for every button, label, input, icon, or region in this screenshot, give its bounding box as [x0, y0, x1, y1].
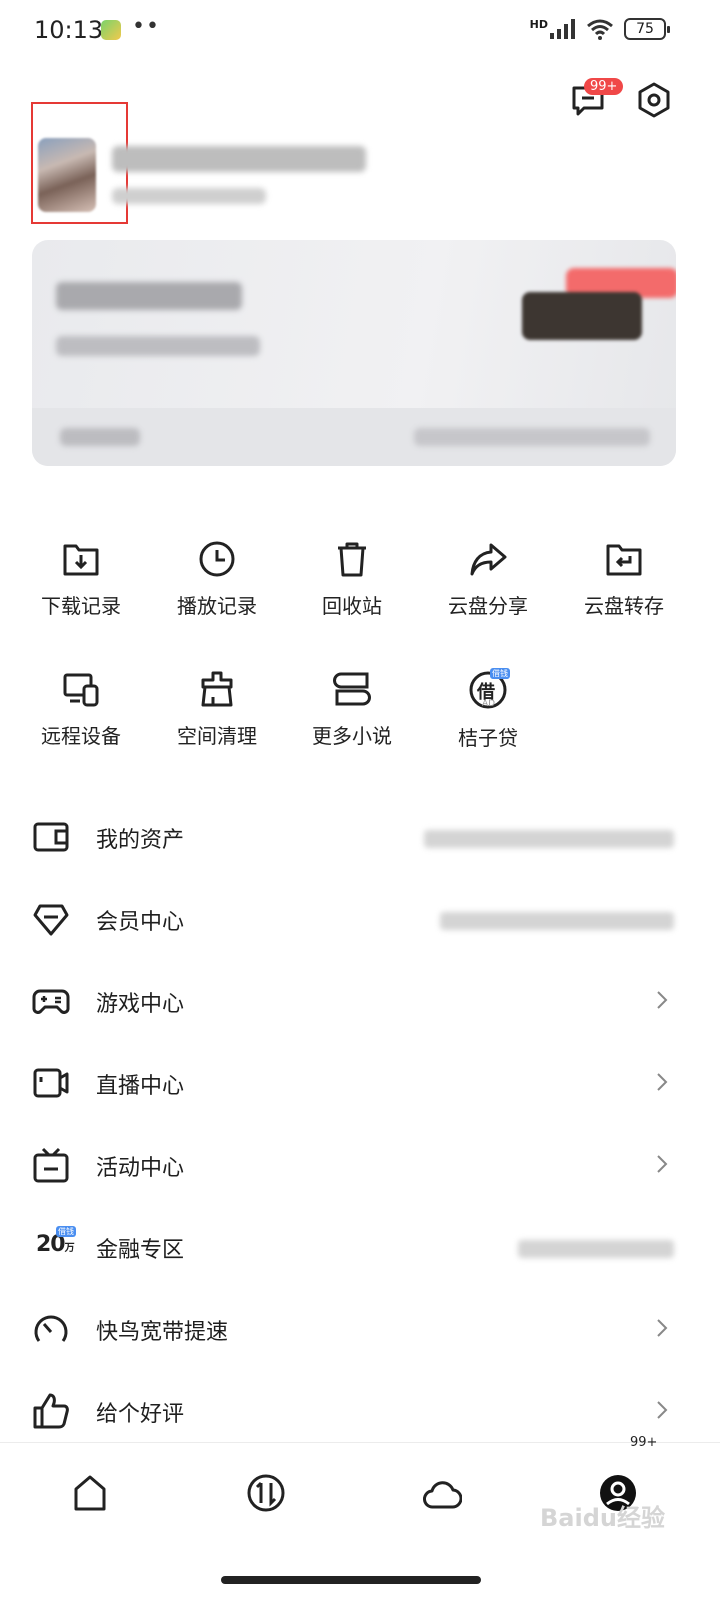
- list-label: 快鸟宽带提速: [96, 1320, 229, 1345]
- folder-return-icon: [606, 544, 642, 576]
- wifi-icon: [587, 19, 613, 40]
- list-label: 会员中心: [96, 910, 185, 935]
- video-camera-icon: [33, 1068, 69, 1098]
- chevron-right-icon: [657, 1073, 668, 1091]
- cloud-tab-icon[interactable]: [422, 1473, 462, 1513]
- download-folder-icon: [63, 544, 99, 576]
- username-blurred[interactable]: [112, 146, 366, 172]
- network-type: HD: [529, 17, 548, 31]
- vip-subtitle-blurred: [56, 336, 260, 356]
- loan-ad-label: AD: [482, 699, 496, 709]
- list-value-blurred: [440, 912, 674, 930]
- status-dots: ••: [132, 14, 160, 39]
- list-label: 直播中心: [96, 1074, 185, 1099]
- signal-icon: [550, 19, 575, 39]
- grid-item-more-novels[interactable]: 更多小说: [292, 670, 412, 749]
- list-item-broadband-speedup[interactable]: 快鸟宽带提速: [0, 1288, 720, 1370]
- grid-label: 桔子贷: [458, 726, 518, 750]
- clock-icon: [199, 541, 235, 577]
- chevron-right-icon: [657, 1155, 668, 1173]
- list-item-activity-center[interactable]: 活动中心: [0, 1124, 720, 1206]
- baidu-watermark: Baidu经验: [540, 1504, 665, 1532]
- vip-footer-right-blurred: [414, 428, 650, 446]
- status-time: 10:13: [34, 16, 104, 44]
- list-value-blurred: [518, 1240, 674, 1258]
- list-item-my-assets[interactable]: 我的资产: [0, 796, 720, 878]
- books-icon: [333, 672, 371, 706]
- speedometer-icon: [34, 1315, 68, 1342]
- grid-item-cloud-share[interactable]: 云盘分享: [428, 540, 548, 619]
- tv-icon: [33, 1147, 69, 1183]
- grid-item-play-history[interactable]: 播放记录: [157, 540, 277, 619]
- list-item-game-center[interactable]: 游戏中心: [0, 960, 720, 1042]
- notification-app-icon: [101, 20, 121, 40]
- chevron-right-icon: [657, 1319, 668, 1337]
- grid-label: 下载记录: [41, 594, 121, 618]
- grid-item-download-history[interactable]: 下载记录: [21, 540, 141, 619]
- list-label: 游戏中心: [96, 992, 185, 1017]
- wallet-icon: [33, 822, 69, 852]
- grid-label: 空间清理: [177, 724, 257, 748]
- transfer-tab-icon[interactable]: [246, 1473, 286, 1513]
- grid-item-recycle-bin[interactable]: 回收站: [292, 540, 412, 619]
- share-arrow-icon: [470, 543, 507, 576]
- status-bar: 10:13 •• HD 75: [0, 0, 720, 64]
- chevron-right-icon: [657, 1401, 668, 1419]
- list-label: 活动中心: [96, 1156, 185, 1181]
- grid-label: 回收站: [322, 594, 382, 618]
- diamond-icon: [33, 904, 69, 936]
- list-item-live-center[interactable]: 直播中心: [0, 1042, 720, 1124]
- devices-icon: [63, 673, 99, 707]
- vip-card-footer[interactable]: [32, 408, 676, 466]
- settings-icon[interactable]: [636, 82, 672, 118]
- finance-badge: 借钱: [56, 1226, 76, 1237]
- grid-label: 云盘转存: [584, 594, 664, 618]
- home-indicator[interactable]: [221, 1576, 481, 1584]
- bottom-tab-bar: 99+: [0, 1435, 720, 1552]
- chevron-right-icon: [657, 991, 668, 1009]
- user-subtitle-blurred: [112, 188, 266, 204]
- list-value-blurred: [424, 830, 674, 848]
- list-label: 给个好评: [96, 1402, 185, 1427]
- list-label: 金融专区: [96, 1238, 185, 1263]
- grid-item-cloud-transfer[interactable]: 云盘转存: [564, 540, 684, 619]
- list-label: 我的资产: [96, 828, 185, 853]
- loan-badge: 借钱: [490, 668, 510, 679]
- finance-glyph-sub: 万: [64, 1243, 75, 1254]
- trash-icon: [338, 542, 366, 577]
- profile-tab-badge: 99+: [630, 1435, 658, 1450]
- vip-card[interactable]: [32, 240, 676, 466]
- vip-open-button[interactable]: [522, 292, 642, 340]
- message-badge: 99+: [584, 78, 624, 95]
- clean-brush-icon: [201, 671, 233, 707]
- list-item-rate-us[interactable]: 给个好评: [0, 1370, 720, 1452]
- grid-label: 远程设备: [41, 724, 121, 748]
- status-indicators: HD 75: [529, 17, 670, 40]
- vip-footer-left-blurred: [60, 428, 140, 446]
- grid-label: 更多小说: [312, 724, 392, 748]
- grid-item-remote-devices[interactable]: 远程设备: [21, 670, 141, 749]
- home-tab-icon[interactable]: [70, 1473, 110, 1513]
- thumbs-up-icon: [33, 1393, 69, 1429]
- grid-item-juzi-loan[interactable]: 借 AD 借钱 桔子贷: [428, 668, 548, 751]
- grid-label: 云盘分享: [448, 594, 528, 618]
- list-item-finance-zone[interactable]: 20万 借钱 金融专区: [0, 1206, 720, 1288]
- list-item-vip-center[interactable]: 会员中心: [0, 878, 720, 960]
- gamepad-icon: [32, 989, 70, 1014]
- grid-item-space-cleanup[interactable]: 空间清理: [157, 670, 277, 749]
- avatar[interactable]: [38, 138, 96, 212]
- vip-title-blurred: [56, 282, 242, 310]
- battery-icon: 75: [624, 18, 670, 40]
- grid-label: 播放记录: [177, 594, 257, 618]
